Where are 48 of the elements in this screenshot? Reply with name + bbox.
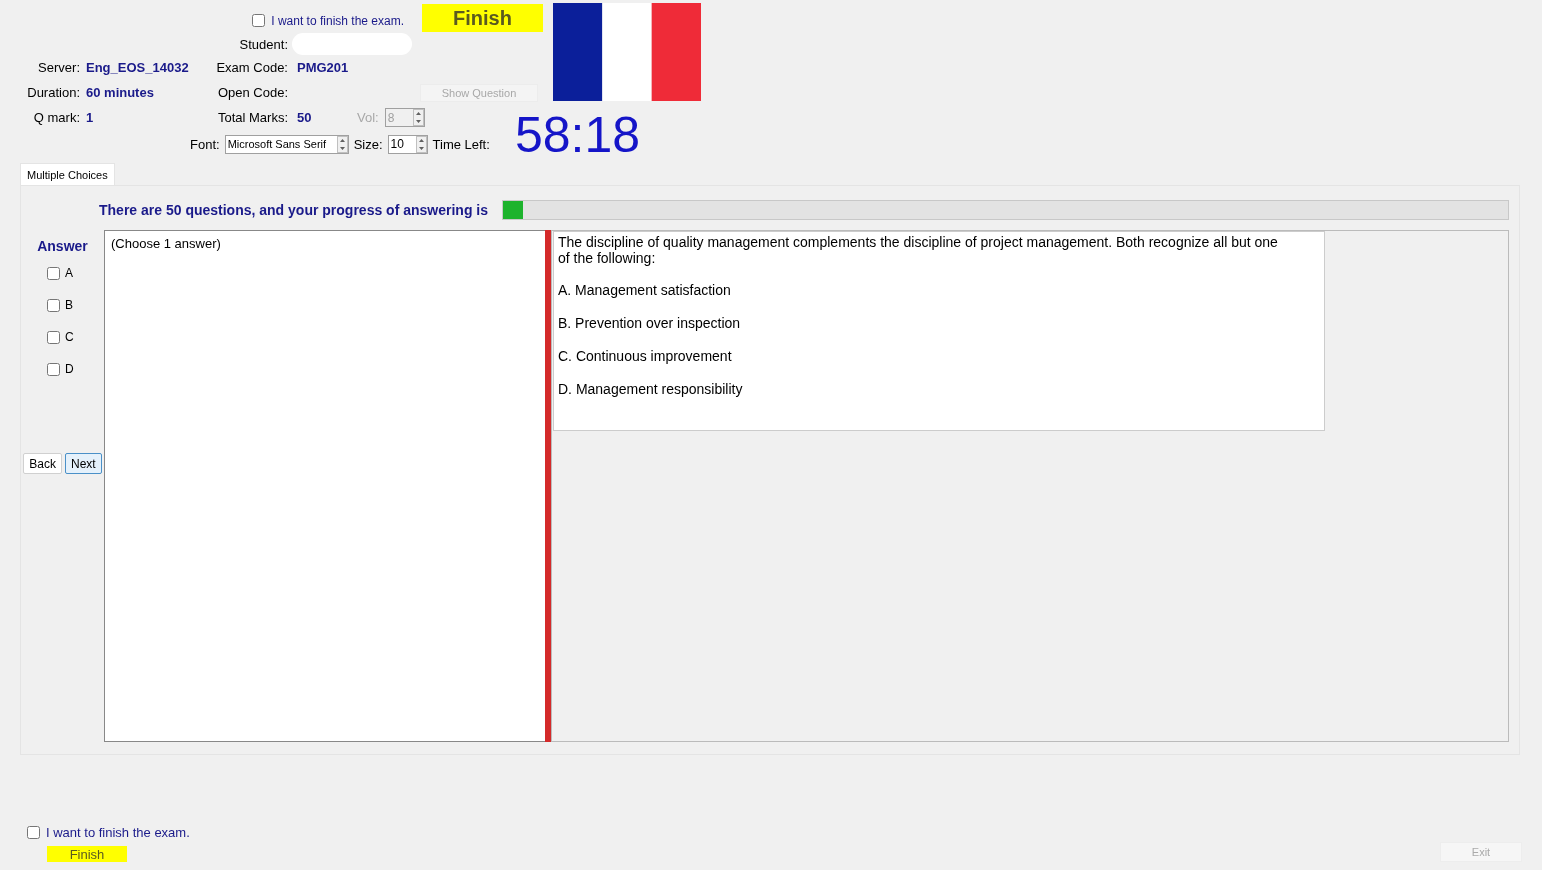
answer-checkbox[interactable] — [47, 362, 60, 376]
answer-option-label: B — [65, 298, 73, 312]
font-label: Font: — [190, 136, 220, 152]
tab[interactable]: Multiple Choices — [20, 163, 115, 185]
open-code-label: Open Code: — [217, 85, 289, 100]
finish-checkbox[interactable] — [252, 14, 266, 27]
question-text: The discipline of quality management complements the discipline of project management. Both recognize all but one of the following: — [558, 234, 1278, 266]
answer-checkbox[interactable] — [47, 266, 60, 280]
flag-icon — [553, 3, 701, 101]
finish-checkbox[interactable] — [27, 826, 40, 839]
exam-code-value: PMG201 — [296, 60, 350, 75]
progress-text: There are 50 questions, and your progress of answering is — [99, 202, 488, 218]
total-marks-value: 50 — [296, 110, 313, 125]
spinner-arrows-icon[interactable] — [415, 135, 427, 153]
vol-label: Vol: — [357, 110, 379, 125]
size-label: Size: — [353, 136, 383, 152]
finish-checkbox-label: I want to finish the exam. — [46, 825, 190, 840]
font-spinner[interactable]: Microsoft Sans Serif — [224, 134, 349, 154]
finish-button[interactable]: Finish — [47, 846, 127, 862]
question-choice: A. Management satisfaction — [558, 282, 732, 298]
question-choice: B. Prevention over inspection — [558, 315, 742, 331]
size-spinner[interactable]: 10 — [387, 134, 428, 154]
q-mark-value: 1 — [85, 110, 95, 125]
choose-hint: (Choose 1 answer) — [111, 236, 221, 251]
question-choice: C. Continuous improvement — [558, 348, 733, 364]
duration-label: Duration: — [27, 85, 81, 100]
next-button[interactable]: Next — [65, 453, 102, 474]
question-choice: D. Management responsibility — [558, 381, 744, 397]
duration-value: 60 minutes — [85, 85, 155, 100]
spinner-arrows-icon[interactable] — [412, 109, 424, 126]
server-value: Eng_EOS_14032 — [85, 60, 190, 75]
finish-checkbox-label: I want to finish the exam. — [271, 13, 404, 28]
time-left-label: Time Left: — [432, 136, 490, 152]
answer-option-label: C — [65, 330, 74, 344]
finish-button[interactable]: Finish — [422, 4, 543, 32]
exam-code-label: Exam Code: — [216, 60, 289, 75]
back-button[interactable]: Back — [23, 453, 62, 474]
answer-checkbox[interactable] — [47, 298, 60, 312]
student-label: Student: — [239, 36, 289, 52]
total-marks-label: Total Marks: — [217, 110, 289, 125]
answer-title: Answer — [37, 238, 88, 254]
answer-option-label: D — [65, 362, 74, 376]
answer-option-label: A — [65, 266, 73, 280]
q-mark-label: Q mark: — [33, 110, 81, 125]
answer-checkbox[interactable] — [47, 330, 60, 344]
server-label: Server: — [38, 60, 81, 75]
spinner-arrows-icon[interactable] — [336, 135, 348, 153]
countdown-timer: 58:18 — [514, 112, 641, 158]
